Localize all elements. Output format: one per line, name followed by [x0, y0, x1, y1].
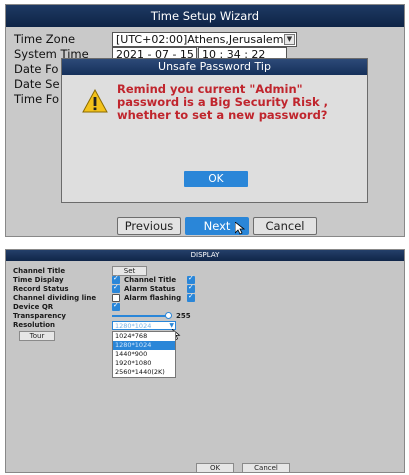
unsafe-password-dialog: Unsafe Password Tip Remind you current "… — [61, 58, 368, 203]
dialog-title: Unsafe Password Tip — [62, 59, 367, 75]
display-ok-button[interactable]: OK — [196, 463, 234, 472]
warning-icon — [82, 88, 108, 113]
channel-title-check-label: Channel Title — [124, 276, 177, 284]
date-separator-label: Date Se — [14, 77, 60, 91]
time-zone-label: Time Zone — [14, 32, 76, 46]
dialog-ok-button[interactable]: OK — [184, 171, 248, 187]
cancel-button[interactable]: Cancel — [253, 217, 317, 235]
alarm-flashing-label: Alarm flashing — [124, 294, 182, 302]
resolution-select[interactable]: 1280*1024 ▼ — [112, 321, 176, 330]
display-title-bar: DISPLAY — [6, 250, 404, 261]
transparency-slider-handle[interactable] — [165, 312, 172, 319]
resolution-dropdown-list: 1024*768 1280*1024 1440*900 1920*1080 25… — [112, 331, 176, 378]
transparency-value: 255 — [176, 312, 191, 320]
tour-button[interactable]: Tour — [19, 331, 55, 341]
date-format-label: Date Fo — [14, 62, 59, 76]
resolution-option[interactable]: 2560*1440(2K) — [113, 368, 175, 377]
wizard-title-bar: Time Setup Wizard — [6, 5, 404, 27]
channel-title-label: Channel Title — [13, 267, 66, 275]
resolution-option[interactable]: 1920*1080 — [113, 359, 175, 368]
transparency-slider-track[interactable] — [112, 315, 167, 317]
next-button-label: Next — [203, 219, 231, 233]
transparency-label: Transparency — [13, 312, 66, 320]
resolution-option[interactable]: 1024*768 — [113, 332, 175, 341]
record-status-label: Record Status — [13, 285, 69, 293]
chevron-down-icon[interactable]: ▼ — [284, 34, 295, 45]
mouse-cursor-icon — [234, 220, 246, 235]
record-status-checkbox[interactable] — [112, 283, 120, 293]
time-setup-wizard-window: Time Setup Wizard Time Zone [UTC+02:00]A… — [5, 4, 405, 237]
resolution-label: Resolution — [13, 321, 56, 329]
time-zone-value: [UTC+02:00]Athens,Jerusalem — [116, 33, 284, 46]
time-display-label: Time Display — [13, 276, 64, 284]
alarm-flashing-checkbox[interactable] — [187, 292, 195, 302]
channel-dividing-line-label: Channel dividing line — [13, 294, 97, 302]
device-qr-checkbox[interactable] — [112, 301, 120, 311]
device-qr-label: Device QR — [13, 303, 54, 311]
time-format-label: Time Fo — [14, 92, 60, 106]
dialog-message: Remind you current "Admin" password is a… — [117, 82, 328, 122]
display-settings-window: DISPLAY Channel Title Set Time Display C… — [5, 249, 405, 473]
display-cancel-button[interactable]: Cancel — [242, 463, 290, 472]
previous-button[interactable]: Previous — [117, 217, 181, 235]
resolution-value: 1280*1024 — [115, 322, 152, 330]
time-zone-select[interactable]: [UTC+02:00]Athens,Jerusalem ▼ — [112, 32, 297, 47]
resolution-option-selected[interactable]: 1280*1024 — [113, 341, 175, 350]
resolution-option[interactable]: 1440*900 — [113, 350, 175, 359]
alarm-status-label: Alarm Status — [124, 285, 176, 293]
